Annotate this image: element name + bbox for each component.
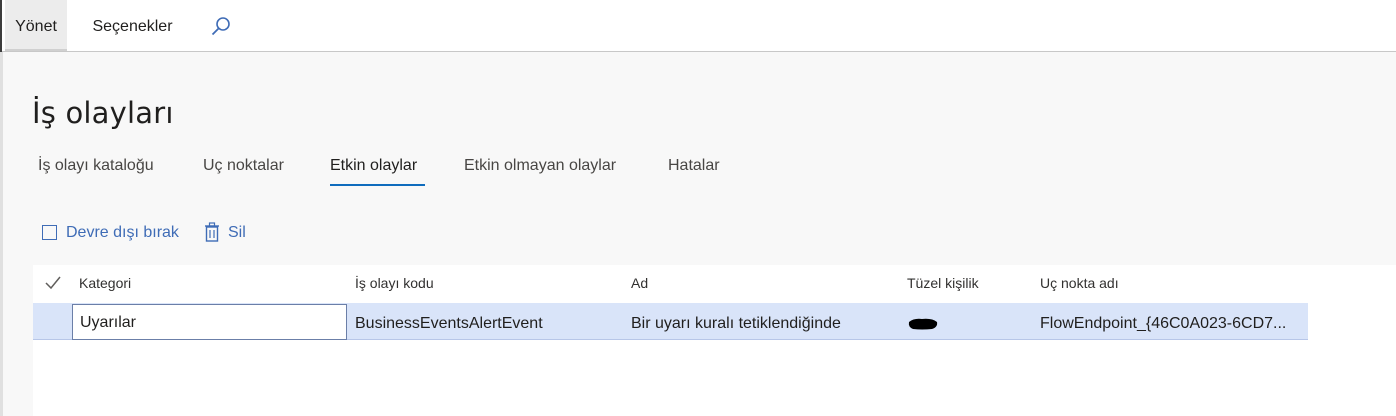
tab-is-olayi-katalogu[interactable]: İş olayı kataloğu (38, 157, 154, 181)
select-all-check-icon[interactable] (45, 276, 61, 290)
trash-icon (205, 222, 219, 242)
delete-button[interactable]: Sil (228, 222, 246, 244)
uc-nokta-adi-cell: FlowEndpoint_{46C0A023-6CD7... (1040, 315, 1287, 332)
tab-hatalar[interactable]: Hatalar (668, 157, 720, 181)
events-grid (33, 265, 1396, 416)
active-tab-indicator (330, 184, 425, 186)
is-olayi-kodu-cell: BusinessEventsAlertEvent (355, 315, 543, 332)
redaction-mark (908, 318, 938, 330)
window-edge (0, 0, 2, 52)
tab-secenekler[interactable]: Seçenekler (80, 0, 185, 51)
deactivate-button[interactable]: Devre dışı bırak (66, 222, 179, 244)
tab-yonet[interactable]: Yönet (5, 0, 67, 51)
column-header-uc-nokta-adi[interactable]: Uç nokta adı (1040, 275, 1119, 291)
page-title: İş olayları (32, 96, 174, 130)
search-icon[interactable] (210, 16, 232, 38)
tab-etkin-olmayan-olaylar[interactable]: Etkin olmayan olaylar (464, 157, 616, 181)
column-header-kategori[interactable]: Kategori (79, 275, 131, 291)
checkbox-icon (42, 225, 57, 240)
column-header-is-olayi-kodu[interactable]: İş olayı kodu (355, 275, 434, 291)
tab-etkin-olaylar[interactable]: Etkin olaylar (330, 157, 417, 181)
tab-uc-noktalar[interactable]: Uç noktalar (203, 157, 284, 181)
ad-cell: Bir uyarı kuralı tetiklendiğinde (631, 315, 841, 332)
column-header-ad[interactable]: Ad (631, 275, 648, 291)
left-border (0, 52, 3, 416)
column-header-tuzel-kisilik[interactable]: Tüzel kişilik (907, 275, 979, 291)
top-action-bar: Yönet Seçenekler (0, 0, 1396, 52)
kategori-cell-input[interactable]: Uyarılar (72, 304, 347, 340)
